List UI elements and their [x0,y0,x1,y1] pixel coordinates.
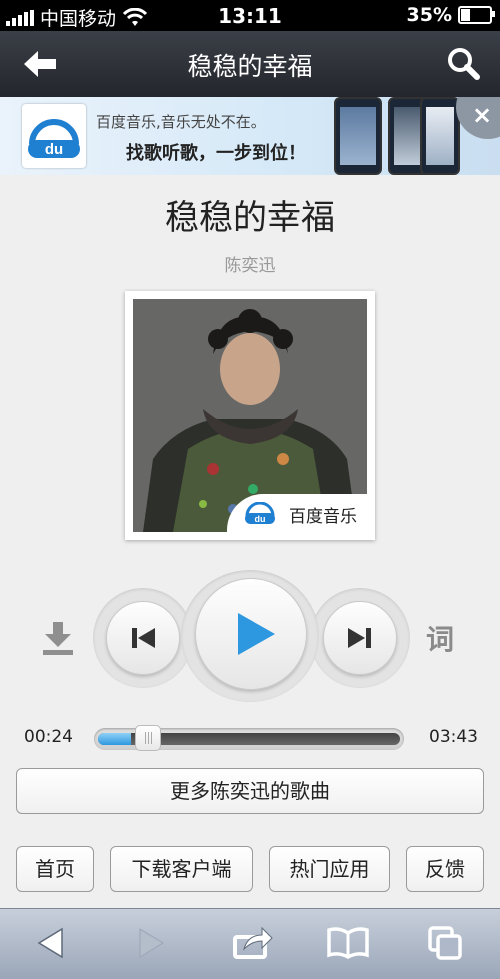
popular-apps-link[interactable]: 热门应用 [269,846,390,892]
tabs-icon[interactable] [427,925,463,961]
status-right: 35% [406,4,495,26]
browser-toolbar [0,908,500,979]
back-icon[interactable] [36,927,66,959]
baidu-music-logo: du [22,104,86,168]
share-icon[interactable] [232,923,274,961]
feedback-link[interactable]: 反馈 [406,846,484,892]
total-time: 03:43 [429,727,478,747]
download-client-link[interactable]: 下载客户端 [110,846,253,892]
lyrics-button[interactable]: 词 [426,618,454,658]
current-time: 00:24 [24,727,73,747]
progress-thumb[interactable] [135,725,161,751]
player-controls: 词 [0,570,500,702]
play-button[interactable] [195,578,307,690]
next-track-icon [348,628,371,648]
download-icon[interactable] [40,620,76,656]
header-bar: 稳稳的幸福 [0,31,500,97]
app-promo-banner[interactable]: du 百度音乐,音乐无处不在。 找歌听歌，一步到位！ × [0,97,500,175]
previous-track-icon [132,628,155,648]
headphones-logo-icon: du [28,119,80,158]
headphones-logo-icon: du [245,502,275,524]
svg-text:du: du [45,141,63,158]
baidu-music-badge: du 百度音乐 [227,494,367,532]
home-link[interactable]: 首页 [16,846,94,892]
battery-percent: 35% [406,4,452,26]
bookmarks-icon[interactable] [327,927,369,959]
artist-name[interactable]: 陈奕迅 [0,251,500,276]
play-icon [238,613,275,655]
page-title: 稳稳的幸福 [187,52,313,81]
status-bar: 中国移动 13:11 35% [0,0,500,31]
svg-text:du: du [255,514,266,524]
previous-track-button[interactable] [106,601,180,675]
close-icon[interactable]: × [472,101,492,129]
phone-screenshot-image [420,97,460,175]
song-title: 稳稳的幸福 [165,198,335,238]
progress-slider[interactable] [94,725,404,751]
close-banner-button[interactable]: × [456,97,500,139]
phone-screenshot-image [334,97,382,175]
banner-tagline: 百度音乐,音乐无处不在。 [96,113,266,131]
search-icon[interactable] [446,46,480,80]
more-songs-button[interactable]: 更多陈奕迅的歌曲 [16,768,484,814]
badge-label: 百度音乐 [289,507,357,527]
next-track-button[interactable] [323,601,397,675]
battery-icon [458,6,495,24]
forward-icon[interactable] [136,927,166,959]
album-cover: du 百度音乐 [125,291,375,540]
banner-headline: 找歌听歌，一步到位！ [126,143,306,164]
progress-fill [98,733,132,745]
